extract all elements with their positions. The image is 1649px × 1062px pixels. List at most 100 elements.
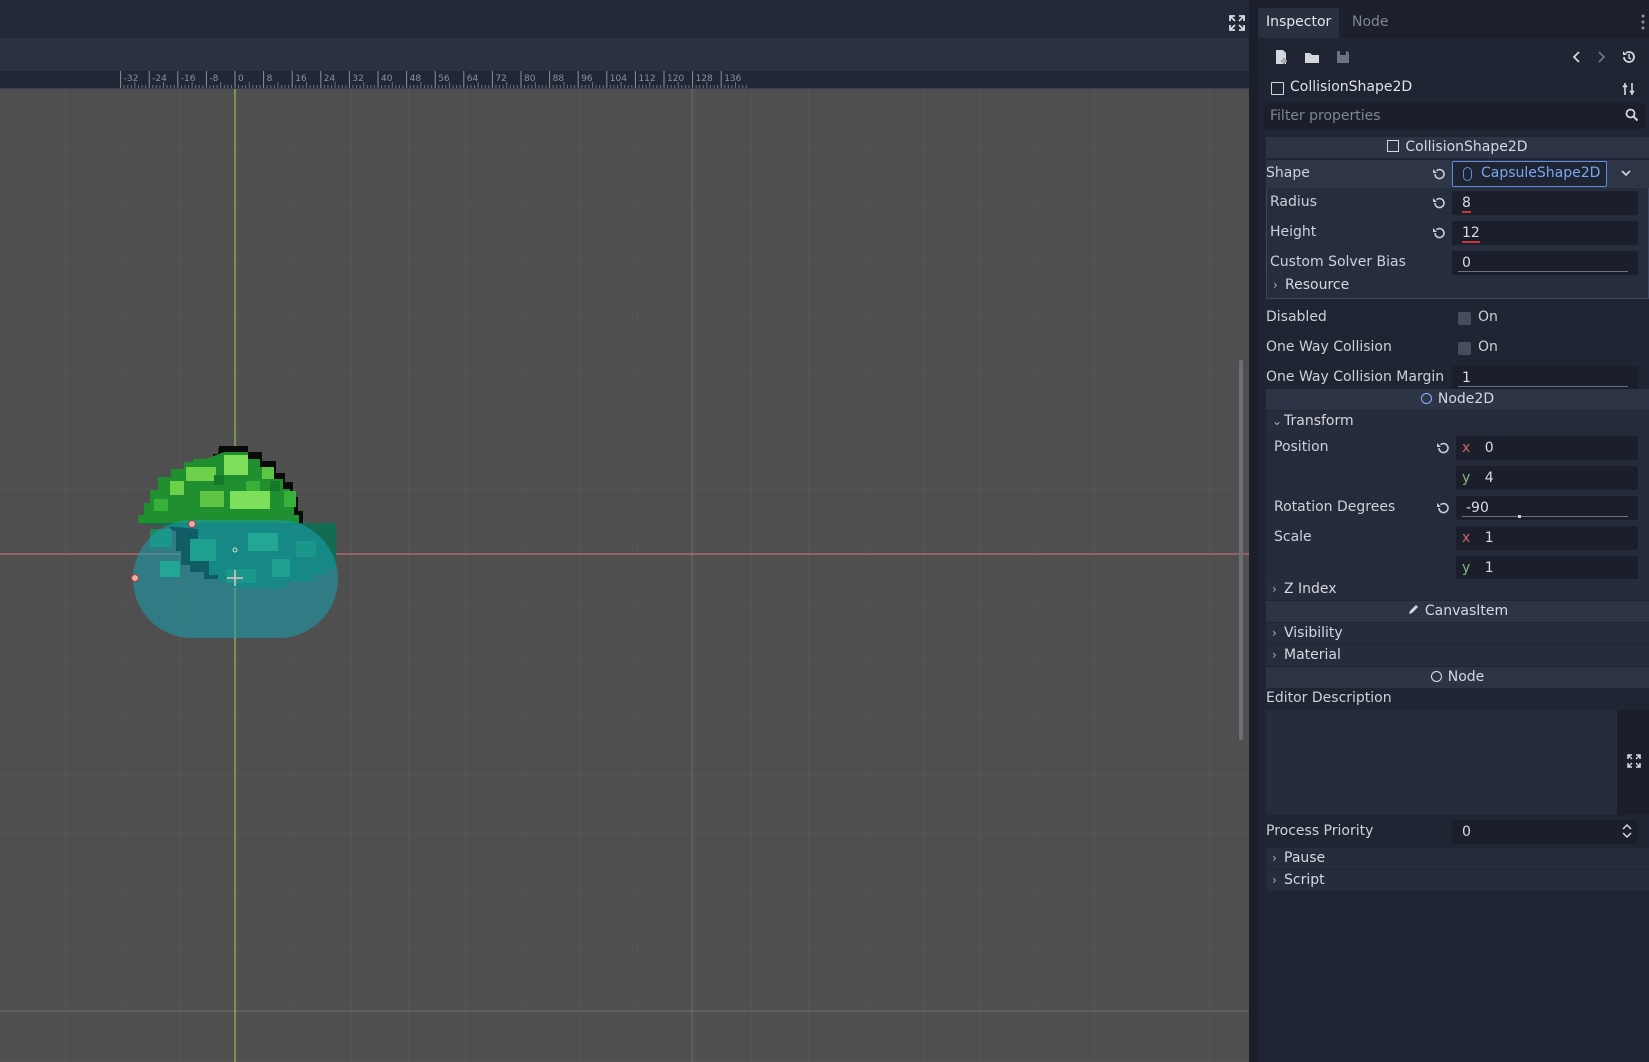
ruler-label: 32 — [352, 74, 363, 84]
prop-label: Scale — [1274, 529, 1312, 545]
group-visibility[interactable]: › Visibility — [1266, 623, 1649, 644]
section-node2d[interactable]: Node2D — [1266, 389, 1649, 410]
revert-icon[interactable] — [1436, 441, 1450, 455]
disabled-checkbox[interactable] — [1458, 312, 1471, 325]
2d-canvas[interactable] — [0, 89, 1249, 1062]
group-label: Visibility — [1284, 625, 1343, 641]
section-title: CanvasItem — [1424, 603, 1509, 619]
ruler-label: -32 — [124, 74, 139, 84]
radius-field[interactable]: 8 — [1452, 191, 1638, 215]
open-resource-icon[interactable] — [1303, 48, 1321, 66]
ruler-label: 80 — [524, 74, 536, 84]
section-title: CollisionShape2D — [1405, 139, 1528, 155]
solver-bias-field[interactable]: 0 — [1452, 251, 1638, 275]
group-resource[interactable]: › Resource — [1267, 275, 1648, 296]
section-node[interactable]: Node — [1266, 667, 1649, 688]
filter-properties-input[interactable] — [1264, 103, 1604, 129]
axis-x-label: x — [1462, 440, 1471, 456]
scale-y-value: 1 — [1484, 560, 1494, 576]
prop-label: Process Priority — [1266, 823, 1374, 839]
group-pause[interactable]: › Pause — [1266, 848, 1649, 869]
history-forward-icon[interactable] — [1592, 48, 1610, 66]
filter-properties[interactable] — [1264, 103, 1645, 129]
group-transform[interactable]: ⌄ Transform — [1266, 411, 1649, 432]
capsule-radius-handle[interactable] — [131, 574, 139, 582]
rotation-field[interactable]: -90 — [1456, 496, 1638, 520]
tab-menu-icon[interactable] — [1641, 14, 1645, 30]
canvas-viewport[interactable]: -32 -24 -16 -8 0 8 16 24 32 40 48 56 64 72 80 88 96 104 11… — [0, 0, 1249, 1062]
scale-x-field[interactable]: x 1 — [1456, 526, 1638, 550]
new-resource-icon[interactable] — [1272, 48, 1290, 66]
ruler-label: 64 — [467, 74, 479, 84]
inspector-panel: Inspector Node CollisionShape2D Filter p… — [1258, 0, 1649, 1062]
section-collisionshape2d[interactable]: CollisionShape2D — [1266, 137, 1649, 158]
group-material[interactable]: › Material — [1266, 645, 1649, 666]
ruler-label: 72 — [495, 74, 506, 84]
expand-icon[interactable] — [1627, 754, 1641, 768]
object-selector[interactable]: CollisionShape2D — [1258, 74, 1649, 104]
ruler-label: 88 — [553, 74, 565, 84]
group-label: Z Index — [1284, 581, 1337, 597]
chevron-right-icon: › — [1273, 278, 1278, 292]
textarea-side — [1617, 710, 1649, 815]
section-title: Node2D — [1437, 391, 1495, 407]
slider-grabber[interactable] — [1518, 515, 1521, 518]
prop-label: Position — [1274, 439, 1329, 455]
collision-shape-icon — [1271, 82, 1284, 95]
chevron-right-icon: › — [1272, 873, 1277, 887]
one-way-checkbox[interactable] — [1458, 342, 1471, 355]
process-priority-field[interactable]: 0 — [1452, 820, 1638, 844]
slider-track — [1462, 516, 1628, 517]
dock-splitter[interactable] — [1249, 0, 1258, 1062]
chevron-down-icon: ⌄ — [1272, 414, 1283, 428]
shape-resource-name: CapsuleShape2D — [1481, 165, 1601, 181]
save-resource-icon[interactable] — [1334, 48, 1352, 66]
object-options-icon[interactable] — [1622, 81, 1636, 97]
vertical-scrollbar[interactable] — [1239, 360, 1243, 740]
ruler-label: 120 — [667, 74, 684, 84]
history-back-icon[interactable] — [1568, 48, 1586, 66]
height-field[interactable]: 12 — [1452, 221, 1638, 245]
tab-inspector[interactable]: Inspector — [1258, 8, 1340, 38]
position-y-field[interactable]: y 4 — [1456, 466, 1638, 490]
process-priority-value: 0 — [1462, 824, 1471, 840]
shape-resource-button[interactable]: CapsuleShape2D — [1452, 161, 1607, 187]
group-label: Transform — [1284, 413, 1354, 429]
editor-description-textarea[interactable] — [1266, 710, 1617, 815]
scale-y-field[interactable]: y 1 — [1456, 556, 1638, 580]
prop-scale: Scale x 1 — [1266, 524, 1649, 552]
node-icon — [1430, 671, 1442, 682]
section-canvasitem[interactable]: CanvasItem — [1266, 601, 1649, 622]
group-script[interactable]: › Script — [1266, 870, 1649, 891]
ruler-label: 56 — [438, 74, 450, 84]
revert-icon[interactable] — [1432, 196, 1446, 210]
ruler-label: 112 — [638, 74, 655, 84]
ruler-label: 8 — [267, 74, 273, 84]
capsule-height-handle[interactable] — [188, 520, 196, 528]
group-z-index[interactable]: › Z Index — [1266, 579, 1649, 600]
ruler-label: 48 — [410, 74, 422, 84]
tab-node[interactable]: Node — [1344, 8, 1397, 38]
revert-icon[interactable] — [1432, 226, 1446, 240]
one-way-margin-field[interactable]: 1 — [1452, 366, 1638, 390]
revert-icon[interactable] — [1436, 501, 1450, 515]
group-label: Resource — [1285, 277, 1350, 293]
pencil-icon — [1407, 602, 1419, 614]
prop-label: One Way Collision Margin — [1266, 369, 1445, 385]
ruler-label: 136 — [724, 74, 741, 84]
position-x-field[interactable]: x 0 — [1456, 436, 1638, 460]
ruler-label: 104 — [610, 74, 627, 84]
fullscreen-icon[interactable] — [1228, 14, 1246, 32]
revert-icon[interactable] — [1432, 167, 1446, 181]
prop-editor-description: Editor Description — [1266, 688, 1649, 710]
height-value: 12 — [1462, 225, 1480, 243]
spinner-icon[interactable] — [1622, 823, 1632, 839]
horizontal-ruler: -32 -24 -16 -8 0 8 16 24 32 40 48 56 64 72 80 88 96 104 11… — [0, 71, 1249, 89]
position-x-value: 0 — [1484, 440, 1494, 456]
prop-one-way-margin: One Way Collision Margin 1 — [1266, 364, 1649, 392]
chevron-down-icon[interactable] — [1619, 165, 1633, 181]
dock-tabbar: Inspector Node — [1258, 0, 1649, 38]
history-icon[interactable] — [1620, 48, 1638, 66]
ruler-label: 16 — [295, 74, 307, 84]
prop-label: Custom Solver Bias — [1270, 254, 1406, 270]
